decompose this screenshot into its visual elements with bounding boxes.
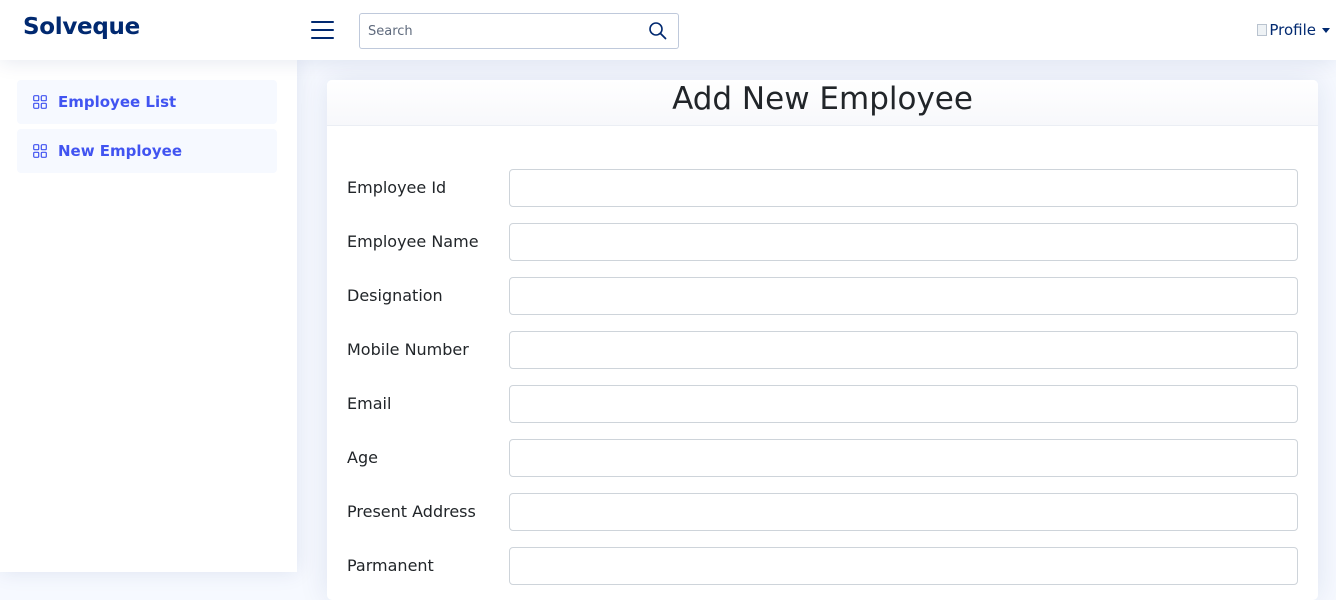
menu-toggle-icon[interactable] (311, 19, 335, 41)
brand-logo[interactable]: Solveque (23, 14, 140, 40)
form-row: Parmanent (347, 547, 1298, 585)
grid-icon (33, 95, 47, 109)
sidebar-item-employee-list[interactable]: Employee List (17, 80, 277, 124)
profile-dropdown[interactable]: Profile (1257, 20, 1330, 40)
sidebar: Employee List New Employee (0, 60, 297, 572)
form-row: Present Address (347, 493, 1298, 531)
search-bar (359, 13, 679, 49)
employee-name-label: Employee Name (347, 232, 479, 251)
mobile-number-label: Mobile Number (347, 340, 469, 359)
form-row: Email (347, 385, 1298, 423)
sidebar-item-label: New Employee (58, 142, 182, 160)
search-input[interactable] (360, 14, 640, 48)
top-header: Solveque Profile (0, 0, 1336, 60)
designation-label: Designation (347, 286, 443, 305)
add-employee-card: Add New Employee Employee Id Employee Na… (327, 80, 1318, 600)
email-field[interactable] (509, 385, 1298, 423)
form-row: Age (347, 439, 1298, 477)
present-address-label: Present Address (347, 502, 476, 521)
form-row: Designation (347, 277, 1298, 315)
form-row: Employee Id (347, 169, 1298, 207)
form-row: Mobile Number (347, 331, 1298, 369)
present-address-field[interactable] (509, 493, 1298, 531)
employee-name-field[interactable] (509, 223, 1298, 261)
employee-id-field[interactable] (509, 169, 1298, 207)
age-label: Age (347, 448, 378, 467)
sidebar-item-label: Employee List (58, 93, 177, 111)
caret-down-icon (1322, 27, 1330, 33)
profile-label: Profile (1269, 21, 1316, 39)
profile-avatar (1257, 24, 1268, 36)
employee-form: Employee Id Employee Name Designation Mo… (347, 169, 1298, 600)
permanent-address-label: Parmanent (347, 556, 434, 575)
email-label: Email (347, 394, 392, 413)
page-title: Add New Employee (672, 81, 973, 117)
designation-field[interactable] (509, 277, 1298, 315)
sidebar-item-new-employee[interactable]: New Employee (17, 129, 277, 173)
age-field[interactable] (509, 439, 1298, 477)
employee-id-label: Employee Id (347, 178, 447, 197)
grid-icon (33, 144, 47, 158)
mobile-number-field[interactable] (509, 331, 1298, 369)
card-header: Add New Employee (327, 80, 1318, 126)
search-icon[interactable] (648, 21, 668, 41)
form-row: Employee Name (347, 223, 1298, 261)
permanent-address-field[interactable] (509, 547, 1298, 585)
